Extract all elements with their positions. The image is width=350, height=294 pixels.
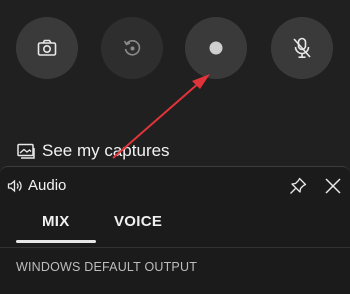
pin-button[interactable] (287, 175, 309, 197)
audio-header: Audio (0, 167, 350, 205)
mic-off-icon (293, 37, 311, 59)
record-dot-icon (209, 41, 223, 55)
record-last-icon (123, 40, 141, 56)
screenshot-button[interactable] (16, 17, 78, 79)
capture-widget: See my captures (0, 0, 350, 170)
audio-title: Audio (28, 177, 67, 194)
see-my-captures-link[interactable]: See my captures (17, 139, 170, 163)
pin-icon (290, 177, 307, 194)
section-label: WINDOWS DEFAULT OUTPUT (16, 260, 198, 274)
record-last-30s-button[interactable] (101, 17, 163, 79)
mic-toggle-button[interactable] (271, 17, 333, 79)
tab-selected-indicator (16, 240, 96, 243)
close-icon (325, 178, 341, 194)
audio-widget: Audio MIX VOICE WINDOWS DEFAULT OUTPUT (0, 166, 350, 294)
audio-title-group: Audio (7, 177, 66, 194)
audio-tabs: MIX VOICE (0, 205, 350, 245)
start-recording-button[interactable] (185, 17, 247, 79)
tab-mix[interactable]: MIX (42, 213, 70, 230)
speaker-icon (7, 179, 22, 192)
close-button[interactable] (322, 175, 344, 197)
tab-voice[interactable]: VOICE (114, 213, 162, 230)
gallery-icon (17, 143, 35, 159)
divider (0, 247, 350, 248)
camera-icon (37, 39, 57, 56)
see-my-captures-label: See my captures (42, 141, 170, 160)
